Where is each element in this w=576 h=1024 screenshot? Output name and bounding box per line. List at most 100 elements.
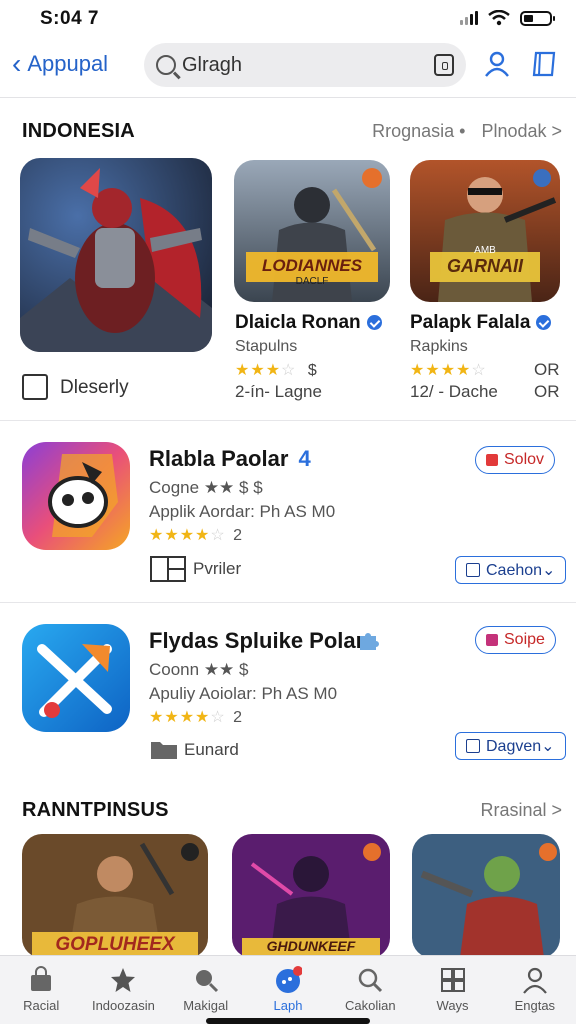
card-2-title[interactable]: Palapk Falala (410, 312, 552, 334)
section-link-more[interactable]: Plnodak > (481, 121, 562, 142)
stop-icon (486, 454, 498, 466)
signal-icon (460, 11, 478, 25)
card-2-rating-stars: ★★★★☆ (410, 362, 487, 379)
tab-cakolian[interactable]: Cakolian (329, 956, 411, 1024)
map-icon[interactable] (530, 49, 560, 79)
select-checkbox[interactable] (22, 374, 48, 400)
person-icon (522, 967, 547, 994)
verified-icon (366, 315, 382, 331)
chevron-left-icon: ‹ (12, 48, 22, 79)
bottom-tile-1[interactable]: GOPLUHEEX (22, 834, 208, 958)
verified-icon (536, 315, 552, 331)
layout-icon (150, 556, 186, 582)
status-bar: S:04 7 (0, 0, 576, 36)
tab-indoozasin[interactable]: Indoozasin (82, 956, 164, 1024)
section-link-region[interactable]: Rrognasia • (372, 121, 465, 142)
section-title-2: RANNTPINSUS (22, 798, 169, 821)
star-icon (111, 968, 136, 992)
app-1-art (22, 442, 130, 550)
app-badge-1: 4 (298, 446, 311, 471)
search-icon (156, 55, 176, 75)
grid-icon (440, 968, 465, 992)
divider (0, 420, 576, 421)
section-links-2: Rrasinal > (480, 800, 562, 821)
app-2-rating: ★★★★☆ 2 (149, 709, 244, 726)
list-icon (486, 634, 498, 646)
tab-racial[interactable]: Racial (0, 956, 82, 1024)
menu-icon (466, 739, 480, 753)
app-1-menu-button[interactable]: Caehon⌄ (455, 556, 567, 584)
card-2-art-title: GARNAII (447, 256, 523, 276)
app-1-rating: ★★★★☆ 2 (149, 527, 244, 544)
wifi-icon (488, 10, 510, 26)
card-2-art-subtitle: AMB (474, 245, 496, 256)
tab-engtas[interactable]: Engtas (494, 956, 576, 1024)
featured-hero-tile[interactable] (20, 158, 212, 352)
section-header-2: RANNTPINSUS Rrasinal > (22, 795, 562, 825)
section-title: INDONESIA (22, 119, 135, 142)
scan-icon[interactable] (434, 54, 454, 76)
back-label: Appupal (27, 51, 109, 76)
app-2-publisher: Coonn ★★ $ (149, 660, 249, 679)
puzzle-icon (360, 633, 379, 650)
app-icon-2[interactable] (22, 624, 130, 732)
bottom-tile-2[interactable]: GHDUNKEEF (232, 834, 390, 958)
section-links: Rrognasia • Plnodak > (372, 121, 562, 142)
tab-laph[interactable]: Laph (247, 956, 329, 1024)
nav-bar: ‹ Appupal (0, 38, 576, 92)
app-icon-1[interactable] (22, 442, 130, 550)
card-2-meta-right: OR (534, 382, 560, 401)
status-icons (460, 10, 555, 26)
app-2-menu-button[interactable]: Dagven⌄ (455, 732, 566, 760)
card-1-price: $ (307, 362, 318, 379)
bottom-tile-3-art (412, 834, 560, 958)
search-icon (359, 968, 383, 993)
search-bar[interactable] (144, 43, 466, 87)
app-2-art (22, 624, 130, 732)
featured-card-2-artwork[interactable]: AMB GARNAII (410, 160, 560, 302)
checkbox-label: Dleserly (60, 377, 129, 398)
battery-icon (520, 10, 555, 26)
card-1-art-title: LODIANNES (261, 256, 363, 275)
featured-card-1-artwork[interactable]: LODIANNES DACLF (234, 160, 390, 302)
home-indicator (206, 1018, 370, 1024)
app-name-2[interactable]: Flydas Spluike Polar (149, 628, 364, 654)
card-1-title[interactable]: Dlaicla Ronan (235, 312, 382, 334)
bottom-tile-2-title: GHDUNKEEF (266, 938, 356, 954)
app-2-footer: Eunard (184, 740, 239, 759)
section-link-see-all[interactable]: Rrasinal > (480, 800, 562, 821)
search-person-icon (195, 970, 218, 993)
app-1-publisher: Cogne ★★ $ $ (149, 478, 263, 497)
app-2-category: Apuliy Aoiolar: Ph AS M0 (149, 684, 338, 703)
tab-ways[interactable]: Ways (411, 956, 493, 1024)
app-name-1[interactable]: Rlabla Paolar 4 (149, 446, 311, 472)
search-input[interactable] (182, 53, 412, 77)
app-1-category: Applik Aordar: Ph AS M0 (149, 502, 336, 521)
menu-icon (466, 563, 480, 577)
card-2-price: OR (534, 360, 560, 379)
card-2-subtitle: Rapkins (410, 338, 468, 355)
card-1-meta: 2-ín- Lagne (235, 382, 322, 401)
tab-bar: Racial Indoozasin Makigal Laph Cakolian … (0, 955, 576, 1024)
nav-divider (0, 97, 576, 98)
card-1-subtitle: Stapulns (235, 338, 298, 355)
account-icon[interactable] (482, 49, 512, 79)
tab-makigal[interactable]: Makigal (165, 956, 247, 1024)
bag-icon (31, 966, 52, 991)
card-1-rating-stars: ★★★☆ $ (235, 362, 318, 379)
bottom-tile-3[interactable] (412, 834, 560, 958)
hero-artwork (20, 158, 212, 352)
app-1-action-button[interactable]: Solov (475, 446, 556, 474)
back-button[interactable]: ‹ Appupal (12, 50, 108, 78)
app-2-action-button[interactable]: Soipe (475, 626, 556, 654)
status-time: S:04 7 (40, 8, 99, 29)
apps-badge-icon (275, 966, 302, 993)
section-header-indonesia: INDONESIA Rrognasia • Plnodak > (22, 116, 562, 146)
divider (0, 602, 576, 603)
card-2-art (410, 160, 560, 302)
folder-icon (151, 742, 177, 759)
card-2-meta: 12/ - Dache (410, 382, 498, 401)
bottom-tile-1-title: GOPLUHEEX (55, 934, 175, 955)
app-1-footer: Pvriler (193, 559, 242, 578)
card-1-art-subtitle: DACLF (295, 276, 329, 287)
